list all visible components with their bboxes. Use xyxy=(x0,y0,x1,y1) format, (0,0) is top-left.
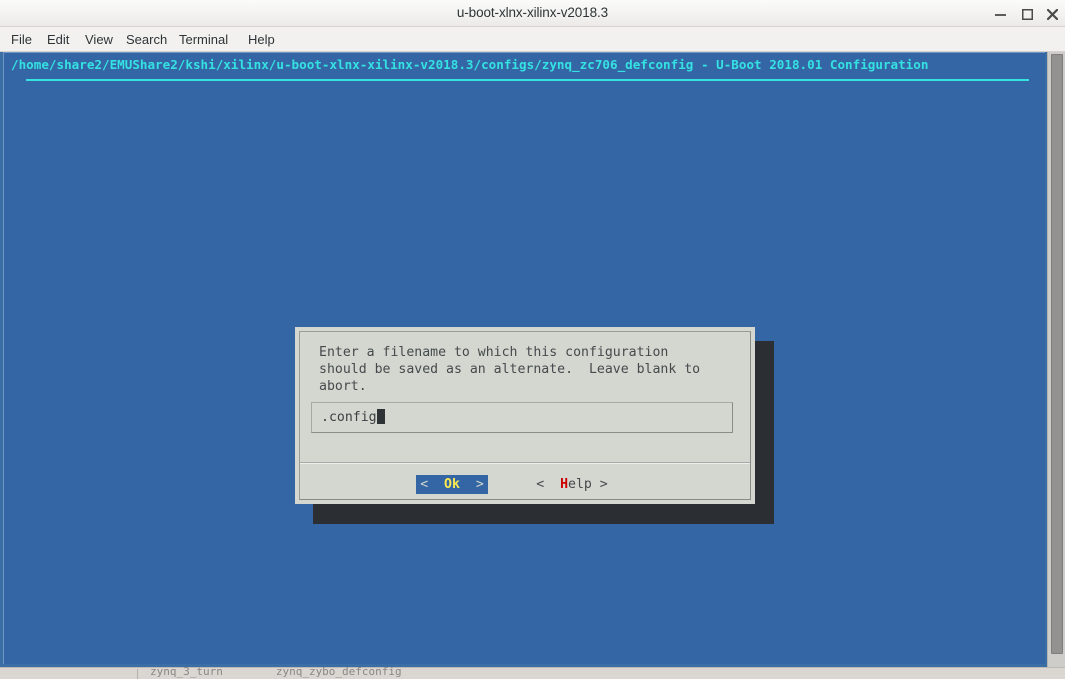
menu-bar: File Edit View Search Terminal Help xyxy=(0,27,1065,52)
terminal-area: /home/share2/EMUShare2/kshi/xilinx/u-boo… xyxy=(0,52,1065,667)
menuconfig-header: /home/share2/EMUShare2/kshi/xilinx/u-boo… xyxy=(11,57,929,72)
help-button[interactable]: < Help > xyxy=(532,475,612,494)
background-window-divider xyxy=(137,669,138,679)
ok-button-suffix: > xyxy=(459,477,484,492)
filename-input-value: .config xyxy=(321,409,385,427)
menu-item-view[interactable]: View xyxy=(80,27,118,52)
help-button-accel: H xyxy=(560,477,569,492)
menu-item-search[interactable]: Search xyxy=(121,27,172,52)
terminal-screen[interactable]: /home/share2/EMUShare2/kshi/xilinx/u-boo… xyxy=(3,52,1045,664)
filename-input-text: .config xyxy=(321,410,377,425)
window-titlebar: u-boot-xlnx-xilinx-v2018.3 xyxy=(0,0,1065,27)
filename-input[interactable]: .config xyxy=(311,402,733,433)
minimize-icon[interactable] xyxy=(986,0,1014,26)
help-button-suffix: > xyxy=(591,477,608,492)
background-window-row: zynq_3_turn zynq_zybo_defconfig xyxy=(0,667,1065,679)
window-title: u-boot-xlnx-xilinx-v2018.3 xyxy=(456,5,609,20)
scrollbar-thumb[interactable] xyxy=(1051,54,1063,654)
terminal-scrollbar[interactable] xyxy=(1047,52,1065,667)
text-cursor xyxy=(376,409,385,424)
ok-button-label-rest: k xyxy=(452,477,460,492)
menu-item-edit[interactable]: Edit xyxy=(42,27,74,52)
dialog-separator xyxy=(300,462,750,464)
menu-item-help[interactable]: Help xyxy=(243,27,280,52)
maximize-icon[interactable] xyxy=(1013,0,1041,26)
background-window-strip: zynq_3_turn zynq_zybo_defconfig xyxy=(0,667,1065,679)
menuconfig-header-rule xyxy=(26,79,1029,81)
save-as-alternate-dialog: Enter a filename to which this configura… xyxy=(295,327,755,504)
help-button-prefix: < xyxy=(536,477,561,492)
menu-item-terminal[interactable]: Terminal xyxy=(174,27,233,52)
dialog-prompt-text: Enter a filename to which this configura… xyxy=(319,345,701,394)
help-button-label-rest: elp xyxy=(568,477,592,492)
menu-item-file[interactable]: File xyxy=(6,27,37,52)
background-window-text: zynq_3_turn zynq_zybo_defconfig xyxy=(150,667,402,678)
ok-button[interactable]: < Ok > xyxy=(416,475,488,494)
terminal-window: u-boot-xlnx-xilinx-v2018.3 File Edit Vie… xyxy=(0,0,1065,679)
ok-button-accel: O xyxy=(444,477,452,492)
close-icon[interactable] xyxy=(1038,0,1065,26)
ok-button-prefix: < xyxy=(420,477,445,492)
